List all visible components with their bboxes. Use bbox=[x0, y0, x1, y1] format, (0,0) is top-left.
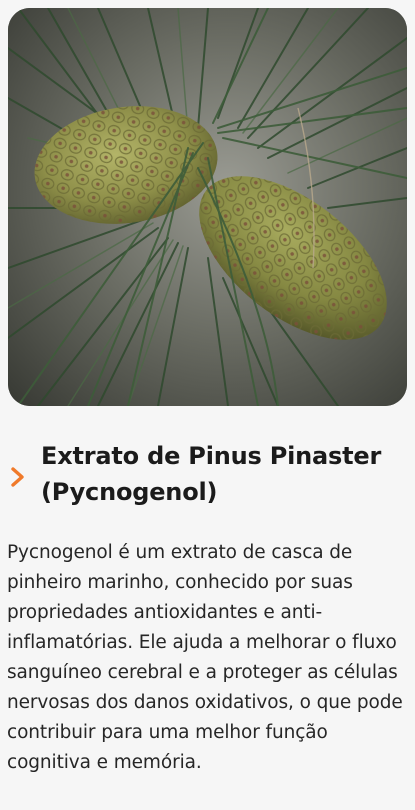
pine-cones-photo bbox=[8, 8, 407, 406]
chevron-right-icon[interactable] bbox=[9, 463, 27, 491]
page: Extrato de Pinus Pinaster (Pycnogenol) P… bbox=[0, 0, 415, 810]
section-description: Pycnogenol é um extrato de casca de pinh… bbox=[7, 542, 403, 773]
section-heading[interactable]: Extrato de Pinus Pinaster (Pycnogenol) bbox=[0, 438, 415, 518]
section-title: Extrato de Pinus Pinaster (Pycnogenol) bbox=[41, 442, 382, 506]
